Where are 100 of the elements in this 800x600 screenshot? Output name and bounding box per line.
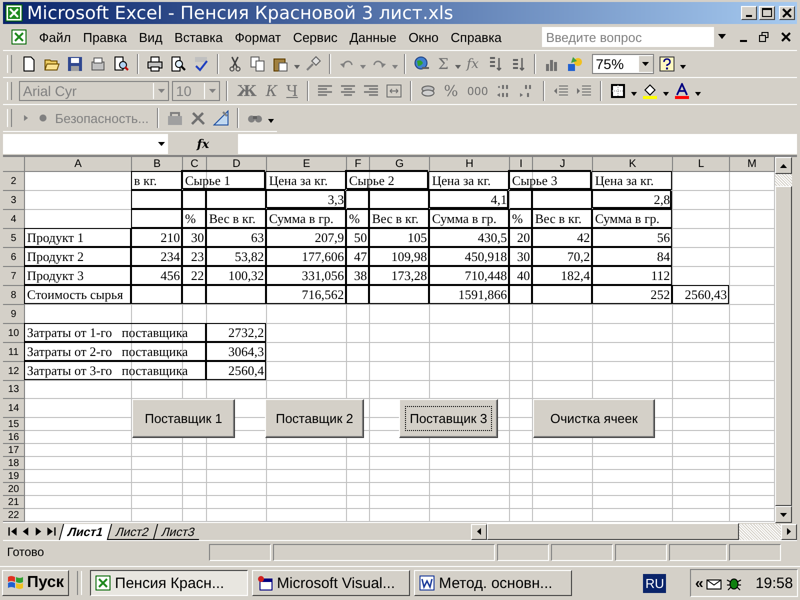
row-header[interactable]: 6	[3, 248, 25, 267]
caret-icon[interactable]	[680, 65, 686, 69]
help-search-field[interactable]: Введите вопрос	[542, 27, 714, 47]
minimize-button[interactable]	[741, 6, 757, 20]
row-header[interactable]: 13	[3, 381, 25, 399]
column-header[interactable]: L	[673, 157, 730, 172]
row-header[interactable]: 2	[3, 172, 25, 191]
menu-item[interactable]: Данные	[343, 28, 402, 46]
taskbar-button[interactable]: Пенсия Красн...	[90, 570, 248, 596]
windows-logo-icon	[7, 575, 25, 591]
caret-icon[interactable]	[695, 92, 702, 96]
row-header[interactable]: 18	[3, 457, 25, 470]
column-header[interactable]: B	[132, 157, 183, 172]
table-cell: 207,9	[267, 229, 347, 248]
row-header[interactable]: 17	[3, 444, 25, 457]
menu-item[interactable]: Формат	[228, 28, 287, 46]
macro-button[interactable]: Поставщик 2	[265, 399, 364, 438]
first-sheet-icon[interactable]	[7, 526, 18, 537]
table-cell: Вес в кг.	[533, 210, 593, 229]
caret-icon[interactable]	[158, 142, 164, 146]
sheet-tab[interactable]: Лист1	[58, 524, 112, 540]
scroll-thumb[interactable]	[775, 186, 792, 506]
print-icon[interactable]	[145, 54, 165, 74]
menu-item[interactable]: Справка	[444, 28, 508, 46]
scroll-thumb[interactable]	[487, 523, 739, 540]
row-header[interactable]: 14	[3, 399, 25, 418]
start-button[interactable]: Пуск	[2, 570, 69, 596]
row-header[interactable]: 22	[3, 509, 25, 522]
menu-item[interactable]: Сервис	[286, 28, 344, 46]
select-all-button[interactable]	[3, 157, 25, 172]
maximize-button[interactable]	[759, 6, 775, 20]
excel-icon	[5, 4, 23, 22]
formula-field[interactable]	[238, 134, 797, 154]
close-icon[interactable]	[781, 32, 791, 42]
table-cell: 4,1	[430, 191, 510, 210]
status-pane	[729, 544, 781, 560]
restore-icon[interactable]	[759, 32, 769, 42]
status-pane	[551, 544, 613, 560]
minimize-icon[interactable]	[740, 40, 747, 42]
menu-item[interactable]: Окно	[402, 28, 445, 46]
table-cell: 234	[132, 248, 183, 267]
taskbar-button[interactable]: Microsoft Visual...	[252, 570, 410, 596]
row-header[interactable]: 8	[3, 286, 25, 305]
status-pane	[209, 544, 271, 560]
caret-icon[interactable]	[663, 92, 670, 96]
save-icon[interactable]	[65, 54, 85, 74]
row-header[interactable]: 11	[3, 343, 25, 362]
last-sheet-icon[interactable]	[46, 526, 57, 537]
column-header[interactable]: H	[430, 157, 510, 172]
caret-icon[interactable]	[718, 34, 726, 40]
row-header[interactable]: 19	[3, 470, 25, 483]
row-header[interactable]: 12	[3, 362, 25, 381]
column-header[interactable]: M	[730, 157, 775, 172]
clock[interactable]: 19:58	[755, 574, 793, 592]
scroll-down-button[interactable]	[775, 506, 792, 523]
column-header[interactable]: E	[267, 157, 347, 172]
previous-sheet-icon[interactable]	[20, 526, 31, 537]
close-button[interactable]	[779, 6, 795, 20]
table-cell: 20	[510, 229, 533, 248]
language-indicator[interactable]: RU	[643, 574, 666, 592]
table-cell: Продукт 2	[25, 248, 132, 267]
row-header[interactable]: 20	[3, 483, 25, 496]
document-icon	[418, 575, 435, 591]
help-icon[interactable]	[656, 54, 677, 74]
show-hidden-icons-button[interactable]: «	[695, 574, 704, 592]
design-mode-icon[interactable]	[210, 108, 231, 128]
down-arrow-icon	[780, 512, 787, 516]
next-sheet-icon[interactable]	[33, 526, 44, 537]
menu-item[interactable]: Правка	[76, 28, 133, 46]
scroll-right-button[interactable]	[781, 524, 797, 540]
row-header[interactable]: 4	[3, 210, 25, 229]
row-header[interactable]: 21	[3, 496, 25, 509]
menu-item[interactable]: Вставка	[168, 28, 229, 46]
menu-item[interactable]: Файл	[33, 28, 77, 46]
scroll-track[interactable]	[775, 174, 792, 186]
scroll-left-button[interactable]	[471, 524, 487, 540]
row-header[interactable]: 9	[3, 305, 25, 324]
macro-button[interactable]: Очистка ячеек	[533, 399, 655, 438]
row-header[interactable]: 10	[3, 324, 25, 343]
row-header[interactable]: 16	[3, 431, 25, 444]
macro-button[interactable]: Поставщик 3	[399, 399, 498, 438]
column-header[interactable]: K	[593, 157, 673, 172]
column-header[interactable]: A	[25, 157, 132, 172]
table-cell: 40	[510, 267, 533, 286]
function-button[interactable]: fx	[168, 136, 238, 150]
table-cell: 23	[183, 248, 207, 267]
row-header[interactable]: 15	[3, 418, 25, 431]
menu-item[interactable]: Вид	[132, 28, 168, 46]
row-header[interactable]: 5	[3, 229, 25, 248]
macro-button[interactable]: Поставщик 1	[132, 399, 235, 438]
excel-icon[interactable]	[11, 29, 27, 45]
table-cell: 456	[132, 267, 183, 286]
row-header[interactable]: 3	[3, 191, 25, 210]
zoom-dropdown[interactable]: 75%	[592, 54, 654, 74]
caret-icon[interactable]	[268, 119, 274, 123]
caret-icon[interactable]	[631, 92, 638, 96]
table-cell: %	[510, 210, 533, 229]
row-header[interactable]: 7	[3, 267, 25, 286]
taskbar-button[interactable]: Метод. основн...	[414, 570, 572, 596]
scroll-up-button[interactable]	[775, 157, 792, 174]
